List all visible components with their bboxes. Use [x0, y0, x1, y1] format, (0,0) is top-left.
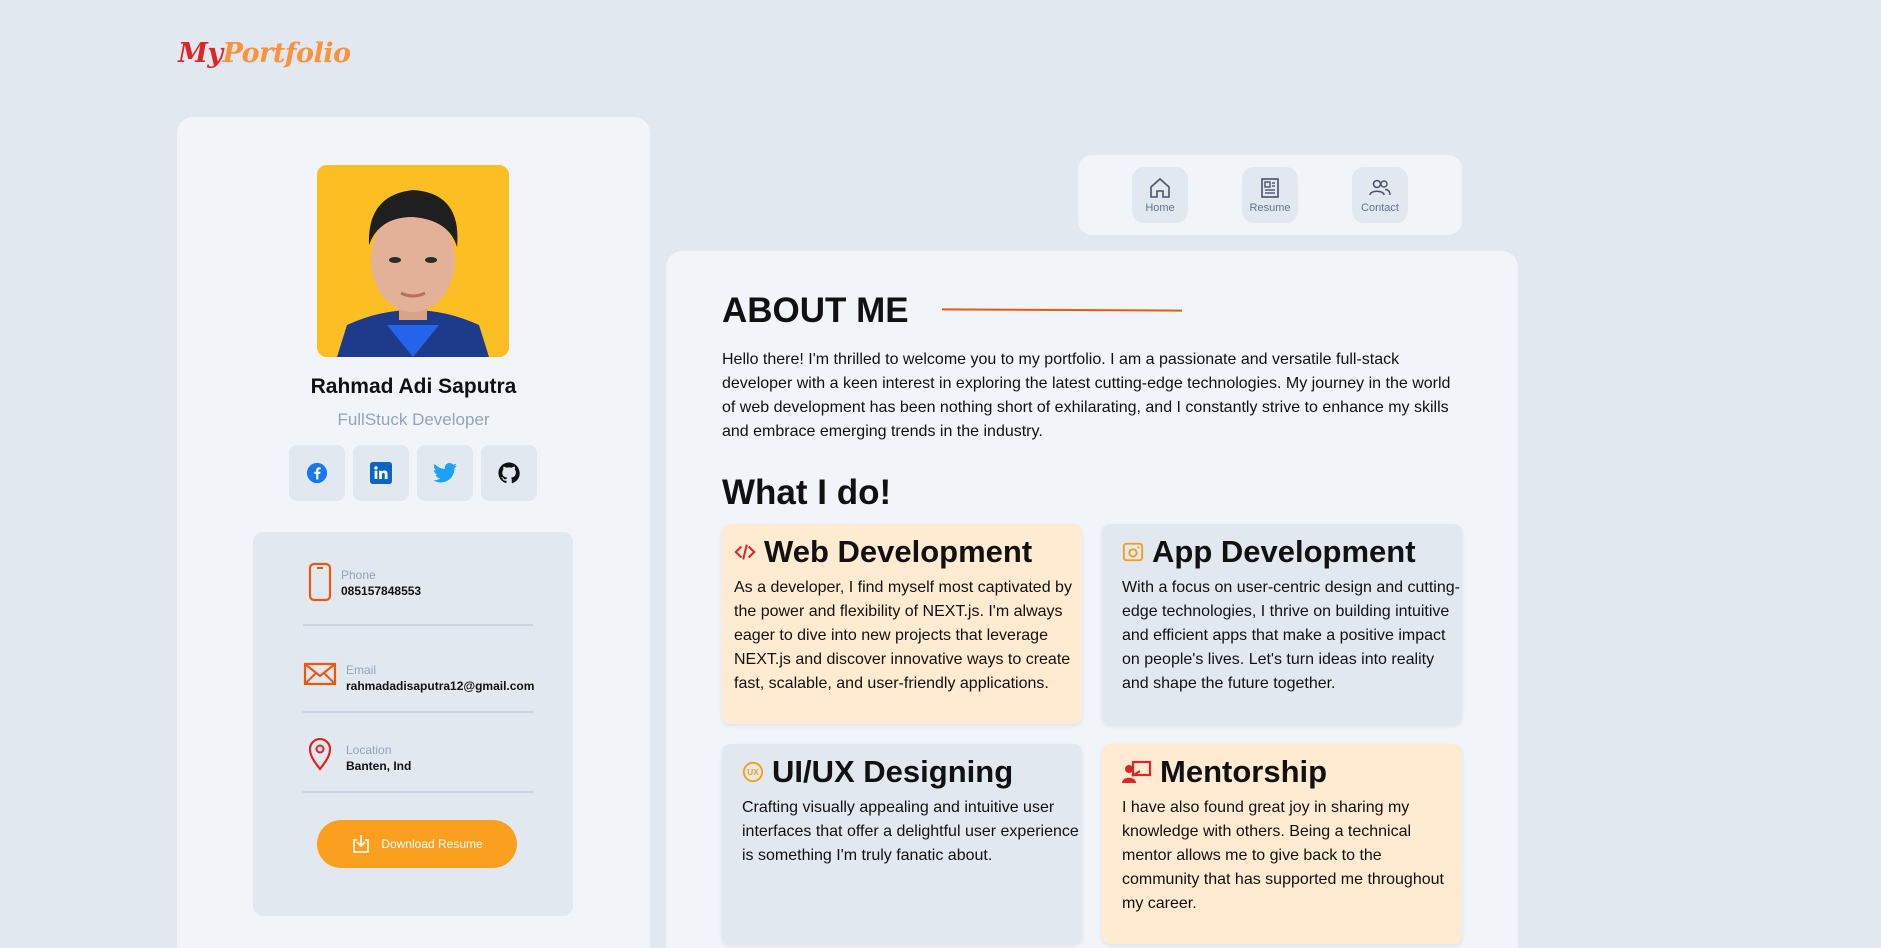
service-text: I have also found great joy in sharing m…: [1122, 799, 1444, 912]
users-icon: [1369, 179, 1391, 196]
service-title: App Development: [1152, 534, 1416, 569]
twitter-link[interactable]: [417, 445, 473, 501]
email-label: Email: [346, 663, 377, 677]
twitter-icon: [433, 463, 457, 483]
service-card-mentorship: Mentorship I have also found great joy i…: [1102, 744, 1462, 944]
location-icon: [308, 737, 332, 771]
divider: [303, 791, 533, 793]
location-label: Location: [346, 743, 392, 757]
nav-contact[interactable]: Contact: [1352, 167, 1408, 223]
github-link[interactable]: [481, 445, 537, 501]
phone-icon: [308, 562, 332, 602]
what-i-do-title: What I do!: [722, 473, 892, 512]
logo-part-my: My: [178, 38, 223, 69]
divider: [303, 624, 533, 626]
facebook-link[interactable]: [289, 445, 345, 501]
download-icon: [353, 835, 370, 853]
service-card-web: Web Development As a developer, I find m…: [722, 524, 1082, 724]
social-links: [289, 445, 537, 501]
download-resume-label: Download Resume: [381, 837, 483, 851]
service-text: Crafting visually appealing and intuitiv…: [742, 799, 1079, 864]
service-title: UI/UX Designing: [772, 754, 1014, 789]
svg-text:UX: UX: [747, 768, 759, 777]
service-title: Mentorship: [1160, 754, 1328, 789]
title-underline: [941, 308, 1183, 312]
email-value: rahmadadisaputra12@gmail.com: [346, 679, 535, 693]
service-card-uiux: UX UI/UX Designing Crafting visually app…: [722, 744, 1082, 944]
divider: [303, 711, 533, 713]
mentor-icon: [1122, 760, 1152, 783]
nav-contact-label: Contact: [1361, 202, 1399, 214]
contact-info-box: Phone 085157848553 Email rahmadadisaputr…: [253, 532, 573, 916]
nav-resume-label: Resume: [1249, 202, 1291, 214]
about-text: Hello there! I'm thrilled to welcome you…: [722, 351, 1451, 440]
newspaper-icon: [1261, 178, 1279, 198]
service-text: With a focus on user-centric design and …: [1122, 579, 1460, 692]
mail-icon: [303, 662, 337, 686]
logo[interactable]: MyPortfolio: [178, 38, 351, 69]
service-card-app: App Development With a focus on user-cen…: [1102, 524, 1462, 724]
nav-home-label: Home: [1145, 202, 1175, 214]
avatar: [317, 165, 509, 357]
app-icon: [1122, 542, 1144, 562]
about-title: ABOUT ME: [722, 291, 909, 330]
home-icon: [1150, 177, 1170, 198]
logo-part-portfolio: Portfolio: [222, 38, 351, 69]
download-resume-button[interactable]: Download Resume: [317, 820, 517, 868]
location-value: Banten, Ind: [346, 759, 412, 773]
profile-name: Rahmad Adi Saputra: [310, 375, 517, 398]
facebook-icon: [306, 462, 328, 484]
code-icon: [734, 544, 756, 560]
linkedin-icon: [370, 462, 392, 484]
github-icon: [498, 462, 520, 484]
linkedin-link[interactable]: [353, 445, 409, 501]
profile-role: FullStuck Developer: [337, 410, 490, 429]
profile-card: Rahmad Adi Saputra FullStuck Developer P…: [177, 117, 650, 948]
service-text: As a developer, I find myself most capti…: [734, 579, 1072, 692]
main-nav: Home Resume Contact: [1078, 155, 1462, 235]
ux-icon: UX: [742, 761, 764, 783]
nav-home[interactable]: Home: [1132, 167, 1188, 223]
nav-resume[interactable]: Resume: [1242, 167, 1298, 223]
phone-value: 085157848553: [341, 584, 422, 598]
phone-label: Phone: [341, 568, 376, 582]
main-content-card: ABOUT ME Hello there! I'm thrilled to we…: [666, 251, 1518, 948]
service-title: Web Development: [764, 534, 1033, 569]
